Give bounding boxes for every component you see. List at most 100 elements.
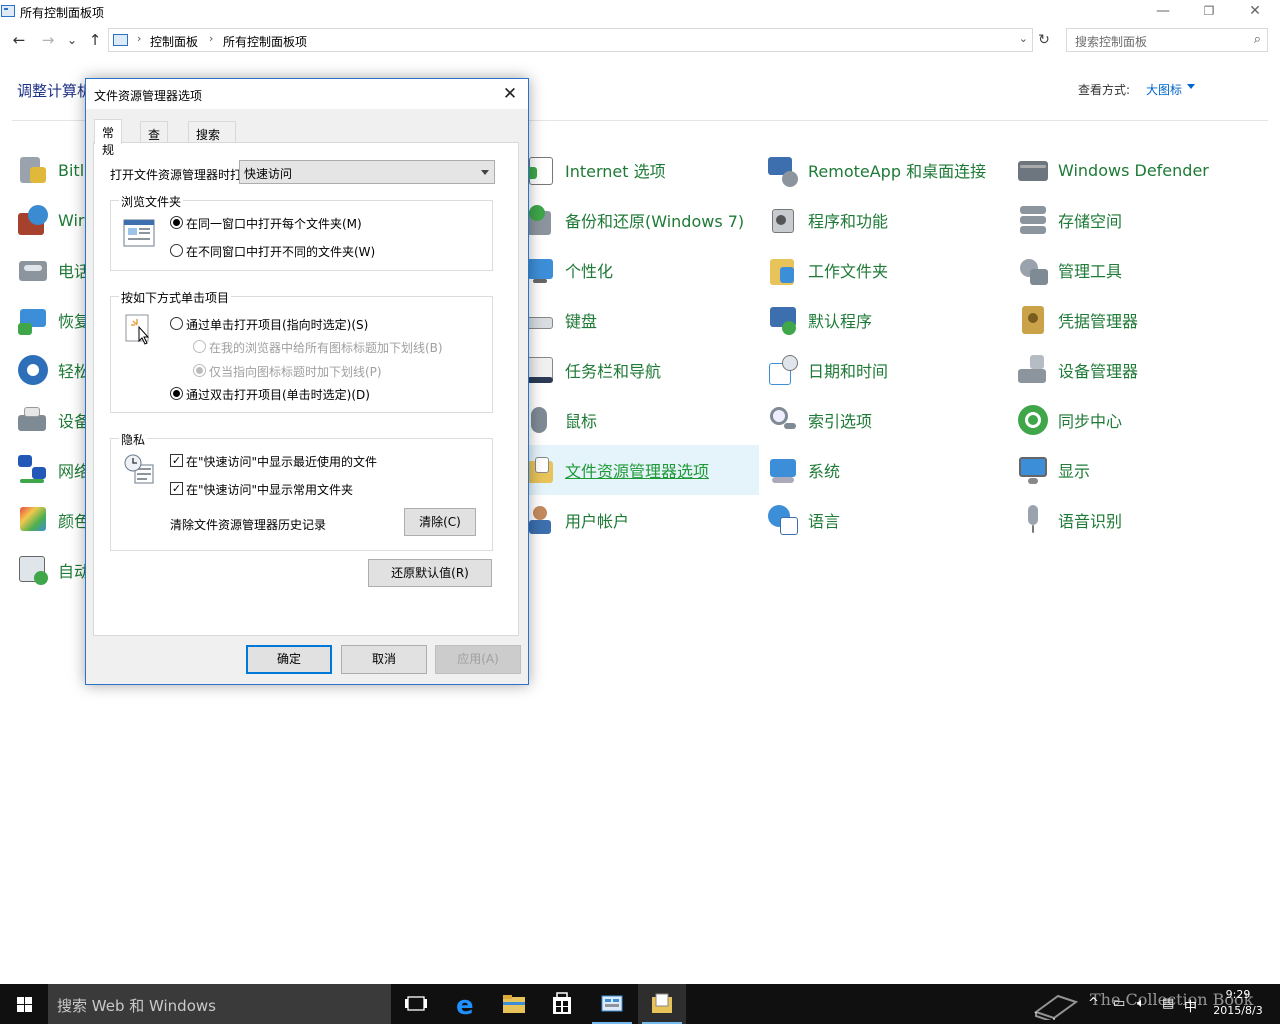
cp-item-internet-options[interactable]: Internet 选项	[523, 145, 759, 195]
cp-item-remoteapp[interactable]: RemoteApp 和桌面连接	[766, 145, 1012, 195]
cp-item-sync-center[interactable]: 同步中心	[1016, 395, 1266, 445]
folder-options-taskbar-icon[interactable]	[638, 984, 686, 1024]
breadcrumb-all-items[interactable]: 所有控制面板项	[223, 33, 307, 50]
search-input[interactable]: 搜索控制面板 ⌕	[1066, 28, 1268, 52]
tab-view[interactable]: 查看	[140, 121, 169, 159]
taskbar-search-placeholder: 搜索 Web 和 Windows	[57, 997, 216, 1015]
view-by-label: 查看方式:	[1078, 83, 1131, 97]
show-recent-files-checkbox[interactable]: ✓	[170, 454, 183, 467]
double-click-label[interactable]: 通过双击打开项目(单击时选定)(D)	[186, 386, 370, 403]
same-window-label[interactable]: 在同一窗口中打开每个文件夹(M)	[186, 215, 362, 232]
ok-button[interactable]: 确定	[246, 645, 332, 674]
new-window-label[interactable]: 在不同窗口中打开不同的文件夹(W)	[186, 243, 375, 260]
ime-indicator[interactable]: 中	[1184, 996, 1197, 1015]
minimize-button[interactable]: —	[1140, 0, 1186, 24]
cp-item-display[interactable]: 显示	[1016, 445, 1266, 495]
network-icon	[16, 453, 50, 487]
address-dropdown-icon[interactable]: ⌄	[1019, 32, 1028, 45]
cp-item-windows-defender[interactable]: Windows Defender	[1016, 145, 1266, 195]
windows-logo-icon-part	[25, 997, 32, 1004]
view-by-chevron-down-icon[interactable]	[1187, 84, 1195, 89]
store-icon[interactable]	[538, 984, 586, 1024]
breadcrumb-control-panel[interactable]: 控制面板	[150, 33, 198, 50]
default-programs-icon	[766, 303, 800, 337]
cp-item-keyboard[interactable]: 键盘	[523, 295, 759, 345]
folder-options-dialog: 文件资源管理器选项 ✕ 常规 查看 搜索 打开文件资源管理器时打 快速访问 浏览…	[85, 78, 529, 685]
underline-on-hover-radio[interactable]	[193, 364, 206, 377]
speech-recognition-icon	[1016, 503, 1050, 537]
cp-item-personalization[interactable]: 个性化	[523, 245, 759, 295]
clock-date: 2015/8/3	[1213, 1004, 1263, 1017]
clock[interactable]: 9:29 2015/8/3	[1206, 987, 1270, 1019]
volume-icon[interactable]: 🔈︎	[1137, 996, 1145, 1011]
history-clock-icon	[123, 453, 155, 485]
language-icon	[766, 503, 800, 537]
forward-button[interactable]: →	[38, 30, 58, 50]
single-click-radio[interactable]	[170, 317, 183, 330]
underline-on-hover-label[interactable]: 仅当指向图标标题时加下划线(P)	[209, 363, 382, 380]
credential-manager-icon	[1016, 303, 1050, 337]
start-button[interactable]	[0, 984, 48, 1024]
restore-defaults-button[interactable]: 还原默认值(R)	[368, 559, 492, 587]
remoteapp-icon	[766, 153, 800, 187]
cp-item-system[interactable]: 系统	[766, 445, 1012, 495]
cp-item-date-time[interactable]: 日期和时间	[766, 345, 1012, 395]
single-click-label[interactable]: 通过单击打开项目(指向时选定)(S)	[186, 316, 368, 333]
taskbar-search-input[interactable]: 搜索 Web 和 Windows	[48, 984, 391, 1024]
underline-always-label[interactable]: 在我的浏览器中给所有图标标题加下划线(B)	[209, 339, 443, 356]
control-panel-taskbar-icon[interactable]	[588, 984, 636, 1024]
cp-item-credential-manager[interactable]: 凭据管理器	[1016, 295, 1266, 345]
cp-item-storage-spaces[interactable]: 存储空间	[1016, 195, 1266, 245]
cp-item-default-programs[interactable]: 默认程序	[766, 295, 1012, 345]
cp-item-mouse[interactable]: 鼠标	[523, 395, 759, 445]
up-button[interactable]: ↑	[85, 30, 105, 50]
cp-item-user-accounts[interactable]: 用户帐户	[523, 495, 759, 545]
open-in-label: 打开文件资源管理器时打	[110, 168, 243, 182]
cp-item-backup-restore[interactable]: 备份和还原(Windows 7)	[523, 195, 759, 245]
tab-search[interactable]: 搜索	[188, 121, 236, 143]
underline-always-radio[interactable]	[193, 340, 206, 353]
file-explorer-icon[interactable]	[490, 984, 538, 1024]
control-panel-icon	[113, 34, 128, 46]
network-tray-icon[interactable]: ▭	[1113, 996, 1125, 1011]
cp-item-language[interactable]: 语言	[766, 495, 1012, 545]
ease-of-access-icon	[16, 353, 50, 387]
same-window-radio[interactable]	[170, 216, 183, 229]
cp-item-programs-features[interactable]: 程序和功能	[766, 195, 1012, 245]
double-click-radio[interactable]	[170, 387, 183, 400]
cp-item-admin-tools[interactable]: 管理工具	[1016, 245, 1266, 295]
task-view-button[interactable]	[392, 984, 440, 1024]
cp-item-taskbar-navigation[interactable]: 任务栏和导航	[523, 345, 759, 395]
display-icon	[1016, 453, 1050, 487]
action-center-icon[interactable]: ▤	[1162, 996, 1174, 1011]
view-by-dropdown[interactable]: 大图标	[1146, 81, 1182, 98]
recent-locations-button[interactable]: ⌄	[62, 30, 82, 50]
cp-item-folder-options[interactable]: 文件资源管理器选项	[523, 445, 759, 495]
maximize-button[interactable]: ❐	[1186, 0, 1232, 24]
new-window-radio[interactable]	[170, 244, 183, 257]
cp-item-speech-recognition[interactable]: 语音识别	[1016, 495, 1266, 545]
window-title: 所有控制面板项	[20, 6, 105, 20]
refresh-button[interactable]: ↻	[1034, 28, 1054, 52]
search-icon[interactable]: ⌕	[1254, 32, 1261, 47]
show-recent-files-label[interactable]: 在"快速访问"中显示最近使用的文件	[186, 453, 377, 470]
cp-item-work-folders[interactable]: 工作文件夹	[766, 245, 1012, 295]
clear-history-button[interactable]: 清除(C)	[404, 508, 476, 536]
cancel-button[interactable]: 取消	[341, 645, 427, 674]
close-button[interactable]: ✕	[1232, 0, 1278, 24]
edge-browser-icon[interactable]: e	[442, 984, 490, 1024]
address-bar[interactable]: › 控制面板 › 所有控制面板项 ⌄	[108, 28, 1033, 52]
apply-button[interactable]: 应用(A)	[435, 645, 521, 674]
bitlocker-icon	[16, 153, 50, 187]
show-frequent-folders-checkbox[interactable]: ✓	[170, 482, 183, 495]
show-frequent-folders-label[interactable]: 在"快速访问"中显示常用文件夹	[186, 481, 353, 498]
back-button[interactable]: ←	[9, 30, 29, 50]
open-in-select[interactable]: 快速访问	[239, 160, 495, 184]
tray-overflow-chevron-up-icon[interactable]: ^	[1088, 996, 1099, 1011]
dialog-close-button[interactable]: ✕	[498, 82, 522, 106]
cp-item-indexing-options[interactable]: 索引选项	[766, 395, 1012, 445]
address-row: ← → ⌄ ↑ › 控制面板 › 所有控制面板项 ⌄ ↻ 搜索控制面板 ⌕	[0, 27, 1280, 53]
cp-item-device-manager[interactable]: 设备管理器	[1016, 345, 1266, 395]
tab-general[interactable]: 常规	[94, 119, 123, 157]
browse-folders-group: 浏览文件夹 在同一窗口中打开每个文件夹(M) 在不同窗口中打开不同的文件夹(W)	[110, 193, 493, 271]
